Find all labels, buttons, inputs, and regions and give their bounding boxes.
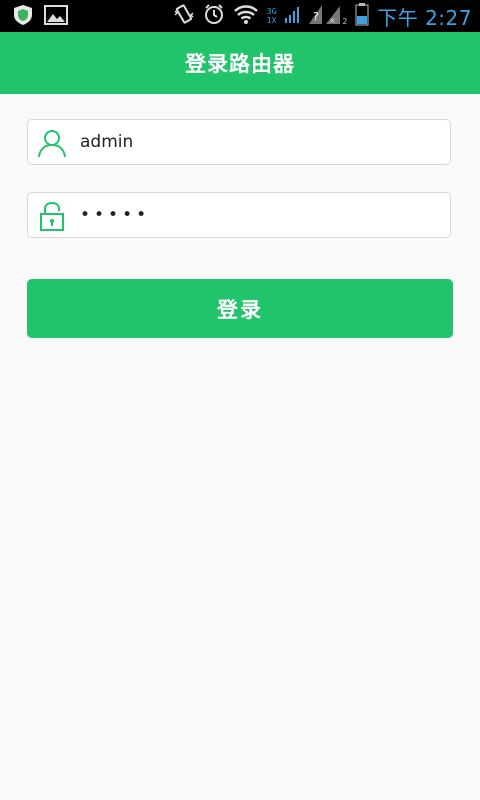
image-icon bbox=[44, 5, 68, 29]
page-title: 登录路由器 bbox=[185, 52, 295, 76]
battery-icon bbox=[355, 2, 369, 30]
password-field[interactable] bbox=[27, 192, 451, 238]
alarm-icon bbox=[203, 3, 225, 29]
shield-icon bbox=[12, 4, 34, 30]
lock-icon bbox=[36, 200, 68, 232]
clock: 下午 2:27 bbox=[377, 5, 472, 30]
username-input[interactable] bbox=[80, 120, 440, 164]
vibrate-icon bbox=[173, 3, 195, 29]
login-button[interactable]: 登录 bbox=[27, 279, 453, 338]
signal-icon bbox=[284, 4, 300, 28]
sim-no-signal-icon: ? × bbox=[308, 3, 342, 29]
svg-text:?: ? bbox=[313, 10, 319, 23]
sim-slot-label: 2 bbox=[342, 16, 348, 26]
username-field[interactable] bbox=[27, 119, 451, 165]
password-input[interactable] bbox=[80, 193, 440, 237]
wifi-icon bbox=[233, 3, 259, 29]
status-bar: 3G 1X ? × 2 下午 2:27 bbox=[0, 0, 480, 32]
app-bar: 登录路由器 bbox=[0, 32, 480, 94]
user-icon bbox=[36, 127, 68, 159]
svg-text:×: × bbox=[329, 16, 336, 25]
network-type: 3G 1X bbox=[266, 7, 277, 25]
